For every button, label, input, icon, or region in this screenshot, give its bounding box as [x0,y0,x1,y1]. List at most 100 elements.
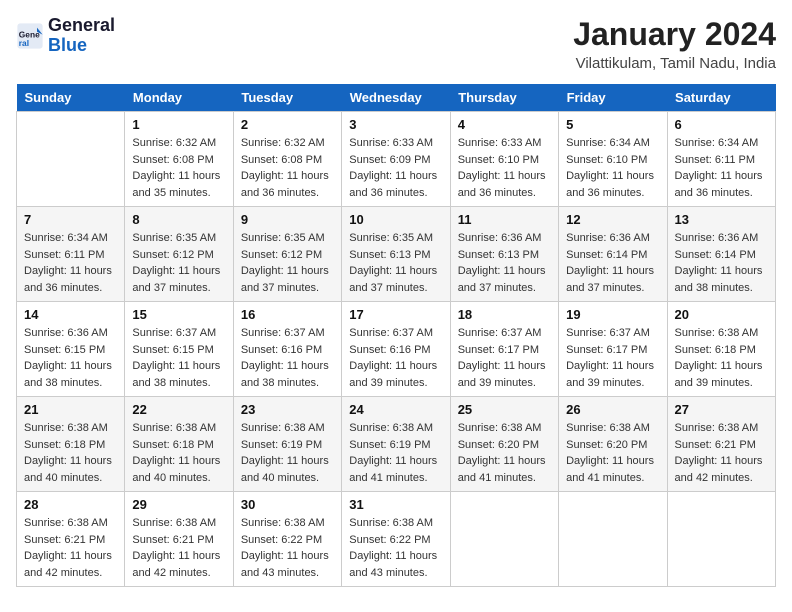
day-detail: Sunrise: 6:38 AM Sunset: 6:18 PM Dayligh… [132,420,225,486]
calendar-cell: 30 Sunrise: 6:38 AM Sunset: 6:22 PM Dayli… [233,492,341,587]
calendar-body: 1Sunrise: 6:32 AM Sunset: 6:08 PM Daylig… [17,112,776,587]
day-detail: Sunrise: 6:35 AM Sunset: 6:13 PM Dayligh… [349,230,442,296]
day-number: 27 [675,402,768,417]
day-number: 13 [675,212,768,227]
day-detail: Sunrise: 6:33 AM Sunset: 6:10 PM Dayligh… [458,135,551,201]
day-number: 28 [24,497,117,512]
day-number: 9 [241,212,334,227]
calendar-cell: 10 Sunrise: 6:35 AM Sunset: 6:13 PM Dayli… [342,207,450,302]
day-number: 31 [349,497,442,512]
calendar-subtitle: Vilattikulam, Tamil Nadu, India [573,55,776,72]
calendar-week-1: 1Sunrise: 6:32 AM Sunset: 6:08 PM Daylig… [17,112,776,207]
day-number: 16 [241,307,334,322]
page-header: Gene ral GeneralBlue January 2024 Vilatt… [16,16,776,72]
day-detail: Sunrise: 6:38 AM Sunset: 6:20 PM Dayligh… [458,420,551,486]
weekday-friday: Friday [559,84,667,112]
day-number: 15 [132,307,225,322]
calendar-cell: 28 Sunrise: 6:38 AM Sunset: 6:21 PM Dayli… [17,492,125,587]
day-detail: Sunrise: 6:38 AM Sunset: 6:21 PM Dayligh… [24,515,117,581]
day-number: 6 [675,117,768,132]
calendar-cell: 6 Sunrise: 6:34 AM Sunset: 6:11 PM Daylig… [667,112,775,207]
calendar-cell: 31 Sunrise: 6:38 AM Sunset: 6:22 PM Dayli… [342,492,450,587]
day-detail: Sunrise: 6:38 AM Sunset: 6:21 PM Dayligh… [675,420,768,486]
day-detail: Sunrise: 6:37 AM Sunset: 6:16 PM Dayligh… [241,325,334,391]
calendar-cell: 1Sunrise: 6:32 AM Sunset: 6:08 PM Daylig… [125,112,233,207]
day-detail: Sunrise: 6:34 AM Sunset: 6:10 PM Dayligh… [566,135,659,201]
day-detail: Sunrise: 6:32 AM Sunset: 6:08 PM Dayligh… [241,135,334,201]
day-detail: Sunrise: 6:38 AM Sunset: 6:21 PM Dayligh… [132,515,225,581]
day-number: 8 [132,212,225,227]
day-detail: Sunrise: 6:38 AM Sunset: 6:19 PM Dayligh… [349,420,442,486]
calendar-cell: 7 Sunrise: 6:34 AM Sunset: 6:11 PM Daylig… [17,207,125,302]
day-number: 23 [241,402,334,417]
day-number: 3 [349,117,442,132]
calendar-cell: 12Sunrise: 6:36 AM Sunset: 6:14 PM Dayli… [559,207,667,302]
calendar-cell: 24 Sunrise: 6:38 AM Sunset: 6:19 PM Dayli… [342,397,450,492]
calendar-week-5: 28 Sunrise: 6:38 AM Sunset: 6:21 PM Dayli… [17,492,776,587]
day-detail: Sunrise: 6:36 AM Sunset: 6:13 PM Dayligh… [458,230,551,296]
day-number: 10 [349,212,442,227]
day-number: 5 [566,117,659,132]
day-detail: Sunrise: 6:32 AM Sunset: 6:08 PM Dayligh… [132,135,225,201]
day-detail: Sunrise: 6:36 AM Sunset: 6:14 PM Dayligh… [566,230,659,296]
day-number: 20 [675,307,768,322]
day-number: 25 [458,402,551,417]
day-detail: Sunrise: 6:37 AM Sunset: 6:15 PM Dayligh… [132,325,225,391]
day-number: 14 [24,307,117,322]
calendar-cell: 23 Sunrise: 6:38 AM Sunset: 6:19 PM Dayli… [233,397,341,492]
calendar-cell [559,492,667,587]
calendar-cell: 20 Sunrise: 6:38 AM Sunset: 6:18 PM Dayli… [667,302,775,397]
calendar-cell: 26 Sunrise: 6:38 AM Sunset: 6:20 PM Dayli… [559,397,667,492]
day-detail: Sunrise: 6:36 AM Sunset: 6:14 PM Dayligh… [675,230,768,296]
calendar-cell: 15 Sunrise: 6:37 AM Sunset: 6:15 PM Dayli… [125,302,233,397]
calendar-cell: 11Sunrise: 6:36 AM Sunset: 6:13 PM Dayli… [450,207,558,302]
calendar-week-2: 7 Sunrise: 6:34 AM Sunset: 6:11 PM Daylig… [17,207,776,302]
day-detail: Sunrise: 6:35 AM Sunset: 6:12 PM Dayligh… [132,230,225,296]
svg-text:ral: ral [19,38,29,48]
day-detail: Sunrise: 6:38 AM Sunset: 6:19 PM Dayligh… [241,420,334,486]
day-detail: Sunrise: 6:36 AM Sunset: 6:15 PM Dayligh… [24,325,117,391]
weekday-tuesday: Tuesday [233,84,341,112]
calendar-cell [667,492,775,587]
calendar-cell: 25 Sunrise: 6:38 AM Sunset: 6:20 PM Dayli… [450,397,558,492]
day-detail: Sunrise: 6:34 AM Sunset: 6:11 PM Dayligh… [24,230,117,296]
day-number: 4 [458,117,551,132]
calendar-cell: 17 Sunrise: 6:37 AM Sunset: 6:16 PM Dayli… [342,302,450,397]
weekday-monday: Monday [125,84,233,112]
day-number: 17 [349,307,442,322]
weekday-wednesday: Wednesday [342,84,450,112]
calendar-cell: 16 Sunrise: 6:37 AM Sunset: 6:16 PM Dayli… [233,302,341,397]
day-number: 24 [349,402,442,417]
logo: Gene ral GeneralBlue [16,16,115,56]
weekday-thursday: Thursday [450,84,558,112]
calendar-cell: 8 Sunrise: 6:35 AM Sunset: 6:12 PM Daylig… [125,207,233,302]
calendar-cell: 9Sunrise: 6:35 AM Sunset: 6:12 PM Daylig… [233,207,341,302]
calendar-week-3: 14 Sunrise: 6:36 AM Sunset: 6:15 PM Dayli… [17,302,776,397]
calendar-cell: 3Sunrise: 6:33 AM Sunset: 6:09 PM Daylig… [342,112,450,207]
calendar-cell: 22Sunrise: 6:38 AM Sunset: 6:18 PM Dayli… [125,397,233,492]
calendar-week-4: 21Sunrise: 6:38 AM Sunset: 6:18 PM Dayli… [17,397,776,492]
day-detail: Sunrise: 6:38 AM Sunset: 6:20 PM Dayligh… [566,420,659,486]
day-number: 30 [241,497,334,512]
calendar-cell: 21Sunrise: 6:38 AM Sunset: 6:18 PM Dayli… [17,397,125,492]
day-detail: Sunrise: 6:38 AM Sunset: 6:22 PM Dayligh… [241,515,334,581]
day-detail: Sunrise: 6:38 AM Sunset: 6:18 PM Dayligh… [675,325,768,391]
day-number: 7 [24,212,117,227]
day-detail: Sunrise: 6:37 AM Sunset: 6:17 PM Dayligh… [458,325,551,391]
day-detail: Sunrise: 6:37 AM Sunset: 6:16 PM Dayligh… [349,325,442,391]
day-detail: Sunrise: 6:38 AM Sunset: 6:18 PM Dayligh… [24,420,117,486]
weekday-header-row: SundayMondayTuesdayWednesdayThursdayFrid… [17,84,776,112]
calendar-cell: 13 Sunrise: 6:36 AM Sunset: 6:14 PM Dayli… [667,207,775,302]
calendar-table: SundayMondayTuesdayWednesdayThursdayFrid… [16,84,776,587]
calendar-cell: 18Sunrise: 6:37 AM Sunset: 6:17 PM Dayli… [450,302,558,397]
calendar-cell: 27 Sunrise: 6:38 AM Sunset: 6:21 PM Dayli… [667,397,775,492]
day-detail: Sunrise: 6:34 AM Sunset: 6:11 PM Dayligh… [675,135,768,201]
logo-text: GeneralBlue [48,16,115,56]
calendar-title: January 2024 [573,16,776,53]
calendar-cell: 19Sunrise: 6:37 AM Sunset: 6:17 PM Dayli… [559,302,667,397]
day-number: 26 [566,402,659,417]
calendar-cell: 5 Sunrise: 6:34 AM Sunset: 6:10 PM Daylig… [559,112,667,207]
title-block: January 2024 Vilattikulam, Tamil Nadu, I… [573,16,776,72]
day-detail: Sunrise: 6:38 AM Sunset: 6:22 PM Dayligh… [349,515,442,581]
logo-icon: Gene ral [16,22,44,50]
